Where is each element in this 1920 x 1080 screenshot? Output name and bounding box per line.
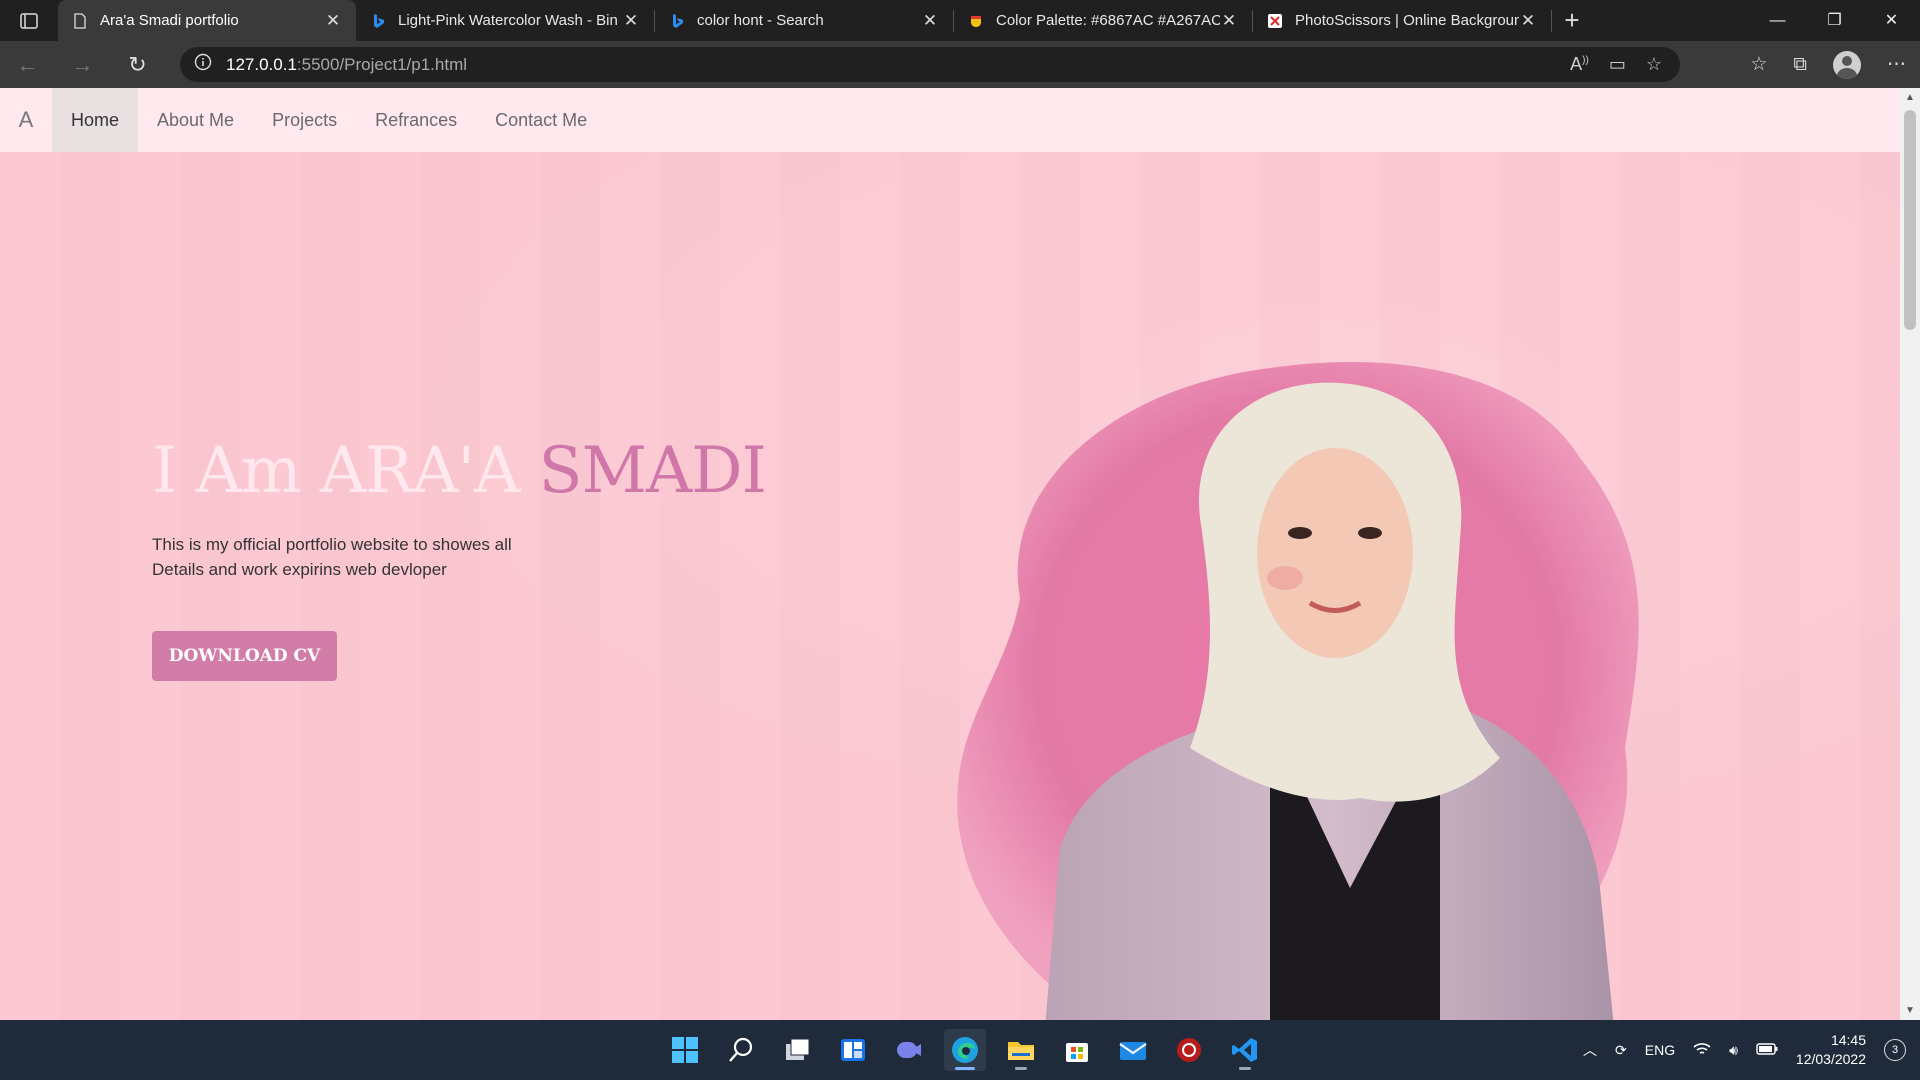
task-view-icon[interactable] [776, 1029, 818, 1071]
chevron-up-icon[interactable]: ︿ [1583, 1040, 1597, 1060]
tab-color-search[interactable]: color hont - Search ✕ [655, 0, 953, 41]
clock-date: 12/03/2022 [1795, 1051, 1866, 1067]
address-bar[interactable]: 127.0.0.1:5500/Project1/p1.html A)) ▭ ☆ [180, 47, 1680, 82]
refresh-icon[interactable]: ↻ [110, 52, 165, 78]
running-indicator [1239, 1067, 1251, 1070]
system-tray: ︿ ⟳ ENG 🔊︎ 14:45 12/03/2022 3 [1583, 1020, 1906, 1080]
security-app-icon[interactable] [1168, 1029, 1210, 1071]
more-menu-icon[interactable]: ⋯ [1887, 53, 1906, 76]
new-tab-icon[interactable]: + [1552, 0, 1592, 41]
mail-icon[interactable] [1112, 1029, 1154, 1071]
palette-icon [968, 13, 984, 29]
widgets-icon[interactable] [832, 1029, 874, 1071]
volume-icon[interactable]: 🔊︎ [1729, 1042, 1738, 1059]
read-aloud-icon[interactable]: A)) [1570, 54, 1589, 75]
url-host: 127.0.0.1 [226, 54, 297, 74]
immersive-reader-icon[interactable]: ▭ [1609, 54, 1626, 75]
clock-time: 14:45 [1830, 1032, 1866, 1048]
tab-watercolor[interactable]: Light-Pink Watercolor Wash - Bin ✕ [356, 0, 654, 41]
vscode-icon[interactable] [1224, 1029, 1266, 1071]
forward-icon[interactable]: → [55, 52, 110, 78]
taskbar: ︿ ⟳ ENG 🔊︎ 14:45 12/03/2022 3 [0, 1020, 1920, 1080]
nav-projects[interactable]: Projects [253, 88, 356, 152]
close-icon[interactable]: ✕ [921, 11, 939, 31]
teams-chat-icon[interactable] [888, 1029, 930, 1071]
browser-toolbar: ← → ↻ 127.0.0.1:5500/Project1/p1.html A)… [0, 41, 1920, 88]
scroll-up-icon[interactable]: ▲ [1905, 92, 1915, 103]
edge-browser-icon[interactable] [944, 1029, 986, 1071]
photoscissors-icon [1267, 13, 1283, 29]
scroll-down-icon[interactable]: ▼ [1905, 1005, 1915, 1016]
start-icon[interactable] [664, 1029, 706, 1071]
window-controls: — ❐ ✕ [1749, 0, 1920, 41]
tab-title: Color Palette: #6867AC #A267AC [996, 12, 1220, 29]
microsoft-store-icon[interactable] [1056, 1029, 1098, 1071]
hero-title-prefix: I Am ARA'A [152, 434, 520, 508]
page-icon [72, 12, 88, 29]
restore-icon[interactable]: ❐ [1806, 0, 1863, 41]
bing-icon [370, 13, 386, 29]
nav-home[interactable]: Home [52, 88, 139, 152]
nav-refrances[interactable]: Refrances [356, 88, 476, 152]
tab-photoscissors[interactable]: PhotoScissors | Online Backgroun ✕ [1253, 0, 1551, 41]
search-icon[interactable] [720, 1029, 762, 1071]
hero-title: I Am ARA'A SMADI [152, 434, 767, 508]
taskbar-apps [664, 1020, 1266, 1080]
url-path: :5500/Project1/p1.html [296, 54, 468, 74]
back-icon[interactable]: ← [0, 52, 55, 78]
nav-contact-me[interactable]: Contact Me [476, 88, 606, 152]
toolbar-actions: ☆ ⧉ ⋯ [1750, 41, 1906, 88]
collections-icon[interactable]: ⧉ [1793, 54, 1807, 76]
add-favorite-icon[interactable]: ☆ [1646, 54, 1662, 75]
bing-icon [669, 13, 685, 29]
sync-icon[interactable]: ⟳ [1615, 1042, 1627, 1059]
tab-title: color hont - Search [697, 12, 824, 29]
tab-title: PhotoScissors | Online Backgroun [1295, 12, 1519, 29]
hero-description: This is my official portfolio website to… [152, 532, 572, 582]
nav-about-me[interactable]: About Me [138, 88, 253, 152]
tab-portfolio[interactable]: Ara'a Smadi portfolio ✕ [58, 0, 356, 41]
window-close-icon[interactable]: ✕ [1863, 0, 1920, 41]
minimize-icon[interactable]: — [1749, 0, 1806, 41]
download-cv-button[interactable]: DOWNLOAD CV [152, 631, 337, 681]
tab-color-palette[interactable]: Color Palette: #6867AC #A267AC ✕ [954, 0, 1252, 41]
language-indicator[interactable]: ENG [1645, 1042, 1675, 1058]
close-icon[interactable]: ✕ [1519, 11, 1537, 31]
hero-section: I Am ARA'A SMADI This is my official por… [0, 152, 1900, 1020]
hero-text-line: Details and work expirins web devloper [152, 560, 447, 579]
scrollbar-thumb[interactable] [1904, 110, 1916, 330]
address-actions: A)) ▭ ☆ [1570, 47, 1662, 82]
info-icon[interactable] [194, 53, 212, 76]
active-indicator [955, 1067, 975, 1070]
battery-icon[interactable] [1756, 1042, 1778, 1058]
favorites-icon[interactable]: ☆ [1750, 53, 1767, 76]
running-indicator [1015, 1067, 1027, 1070]
profile-avatar-icon[interactable] [1833, 50, 1861, 79]
close-icon[interactable]: ✕ [1220, 11, 1238, 31]
close-icon[interactable]: ✕ [324, 11, 342, 31]
file-explorer-icon[interactable] [1000, 1029, 1042, 1071]
hero-text-line: This is my official portfolio website to… [152, 535, 512, 554]
close-icon[interactable]: ✕ [622, 11, 640, 31]
tab-title: Light-Pink Watercolor Wash - Bin [398, 12, 618, 29]
site-brand[interactable]: A [0, 88, 52, 152]
tab-actions-icon[interactable] [0, 0, 58, 41]
site-navbar: A Home About Me Projects Refrances Conta… [0, 88, 1900, 152]
browser-tab-strip: Ara'a Smadi portfolio ✕ Light-Pink Water… [0, 0, 1920, 41]
notification-badge[interactable]: 3 [1884, 1039, 1906, 1061]
wifi-icon[interactable] [1693, 1042, 1711, 1059]
clock[interactable]: 14:45 12/03/2022 [1796, 1031, 1866, 1069]
hero-title-accent: SMADI [538, 434, 767, 508]
profile-portrait [957, 362, 1639, 1020]
tab-title: Ara'a Smadi portfolio [100, 12, 239, 29]
page-viewport: I Am ARA'A SMADI This is my official por… [0, 88, 1900, 1020]
page-scrollbar[interactable]: ▲ ▼ [1900, 88, 1920, 1020]
